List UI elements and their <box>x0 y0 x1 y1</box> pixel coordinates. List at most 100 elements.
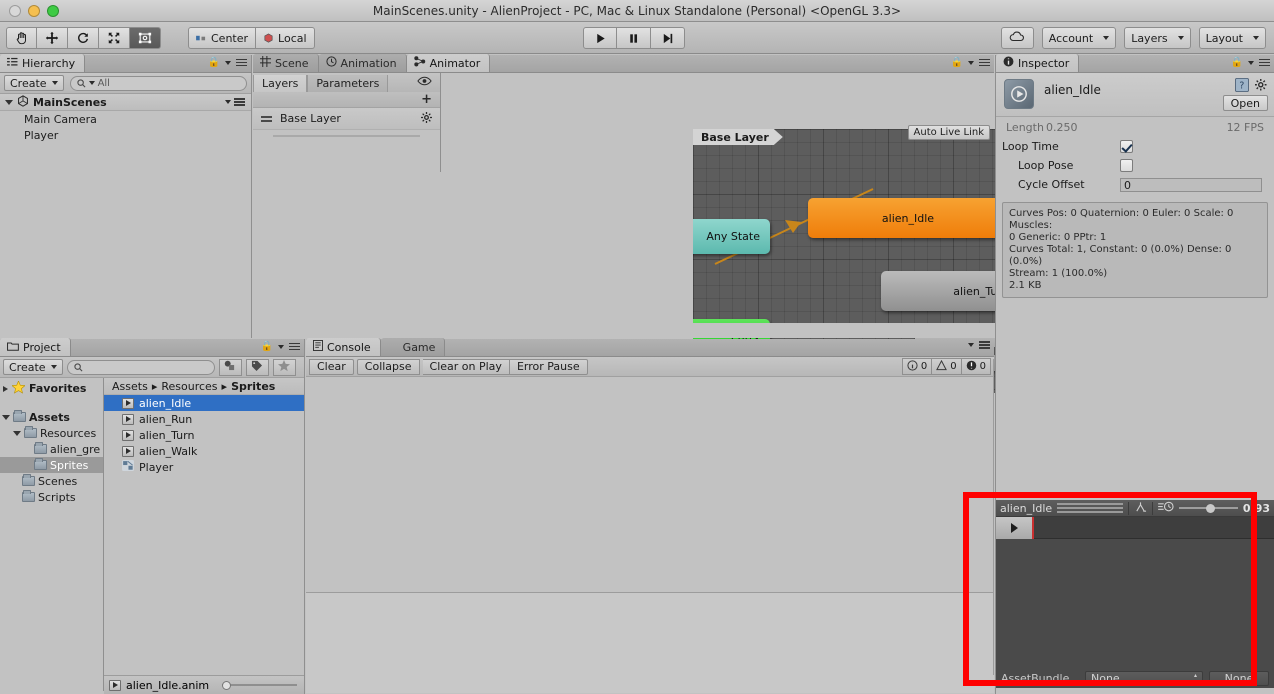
drag-handle-icon[interactable] <box>261 115 272 122</box>
tab-animation[interactable]: Animation <box>318 54 407 72</box>
asset-row-alien-turn[interactable]: alien_Turn <box>104 427 304 443</box>
inspector-loop-pose-row[interactable]: Loop Pose <box>996 156 1274 175</box>
panel-menu-icon[interactable] <box>289 342 300 351</box>
subtab-parameters[interactable]: Parameters <box>307 75 389 92</box>
scene-menu-icon[interactable] <box>234 98 245 106</box>
scale-tool-button[interactable] <box>99 27 130 49</box>
project-tree-item-scripts[interactable]: Scripts <box>0 489 103 505</box>
project-search-input[interactable] <box>66 359 215 375</box>
hierarchy-create-button[interactable]: Create <box>4 75 64 91</box>
layout-dropdown[interactable]: Layout <box>1198 27 1266 49</box>
animator-layer-base[interactable]: Base Layer <box>253 108 440 130</box>
auto-live-link-button[interactable]: Auto Live Link <box>907 125 990 140</box>
inspector-cycle-offset-row[interactable]: Cycle Offset 0 <box>996 175 1274 194</box>
hierarchy-item-main-camera[interactable]: Main Camera <box>0 111 251 127</box>
panel-menu-icon[interactable] <box>979 58 990 67</box>
tab-console[interactable]: Console <box>306 338 381 356</box>
preview-resize-handle[interactable] <box>1057 503 1124 513</box>
project-tree-item-sprites[interactable]: Sprites <box>0 457 103 473</box>
preview-speed-slider[interactable] <box>1178 502 1238 514</box>
filter-by-type-button[interactable] <box>218 358 242 376</box>
console-clear-on-play-button[interactable]: Clear on Play <box>422 358 510 375</box>
tab-animator[interactable]: Animator <box>406 54 491 72</box>
breadcrumb-base-layer[interactable]: Base Layer <box>693 129 783 145</box>
tab-project[interactable]: Project <box>0 338 71 356</box>
tab-game[interactable]: Game <box>380 338 446 356</box>
console-error-counter[interactable]: 0 <box>961 358 991 375</box>
project-tab-tools[interactable]: 🔒 <box>261 341 300 352</box>
gear-icon[interactable] <box>421 111 432 126</box>
project-create-button[interactable]: Create <box>3 359 63 375</box>
console-collapse-button[interactable]: Collapse <box>356 358 420 375</box>
lock-icon[interactable]: 🔒 <box>1231 57 1243 68</box>
chevron-down-icon[interactable] <box>2 414 10 420</box>
transform-tools-group[interactable] <box>6 27 161 49</box>
step-button[interactable] <box>651 27 685 49</box>
pivot-space-group[interactable]: Center Local <box>188 27 315 49</box>
inspector-open-button[interactable]: Open <box>1222 95 1268 111</box>
panel-menu-icon[interactable] <box>1259 58 1270 67</box>
cloud-services-button[interactable] <box>1000 27 1034 49</box>
lock-icon[interactable]: 🔒 <box>951 57 963 68</box>
hand-tool-button[interactable] <box>6 27 37 49</box>
toolbar-right-group[interactable]: Account Layers Layout <box>1000 27 1266 49</box>
asset-row-alien-run[interactable]: alien_Run <box>104 411 304 427</box>
account-dropdown[interactable]: Account <box>1041 27 1117 49</box>
cycle-offset-input[interactable]: 0 <box>1120 177 1262 192</box>
asset-row-alien-walk[interactable]: alien_Walk <box>104 443 304 459</box>
asset-row-player[interactable]: Player <box>104 459 304 475</box>
console-vertical-scrollbar[interactable] <box>993 359 994 675</box>
pivot-mode-button[interactable]: Center <box>188 27 257 49</box>
chevron-right-icon[interactable] <box>3 385 8 392</box>
preview-play-button[interactable] <box>996 516 1034 539</box>
breadcrumb-assets[interactable]: Assets <box>112 380 148 393</box>
project-favorites-row[interactable]: Favorites <box>0 379 103 397</box>
project-tree-item-alien-gre[interactable]: alien_gre <box>0 441 103 457</box>
lock-icon[interactable]: 🔒 <box>208 57 220 68</box>
tab-inspector[interactable]: Inspector <box>996 54 1080 72</box>
chevron-down-icon[interactable] <box>13 430 21 436</box>
console-detail-pane[interactable] <box>306 593 994 693</box>
tab-hierarchy[interactable]: Hierarchy <box>0 54 86 72</box>
console-tab-tools[interactable] <box>968 341 990 349</box>
console-clear-button[interactable]: Clear <box>309 358 354 375</box>
add-layer-button[interactable]: + <box>253 92 440 108</box>
favorites-filter-button[interactable] <box>272 358 296 376</box>
project-tree-item-assets[interactable]: Assets <box>0 409 103 425</box>
asset-row-alien-idle[interactable]: alien_Idle <box>104 395 304 411</box>
assetbundle-dropdown[interactable]: None ▴ ▾ <box>1085 670 1203 686</box>
hierarchy-scene-row[interactable]: MainScenes <box>0 94 251 111</box>
loop-pose-checkbox[interactable] <box>1120 159 1133 172</box>
pause-button[interactable] <box>617 27 651 49</box>
console-message-list[interactable] <box>306 377 994 593</box>
gear-icon[interactable] <box>1255 78 1268 95</box>
subtab-layers[interactable]: Layers <box>253 75 308 92</box>
project-tree-item-scenes[interactable]: Scenes <box>0 473 103 489</box>
time-icon[interactable] <box>1157 501 1174 516</box>
animator-state-alien-idle[interactable]: alien_Idle <box>808 198 1008 238</box>
animator-state-any-state[interactable]: Any State <box>693 219 770 254</box>
layers-dropdown[interactable]: Layers <box>1124 27 1191 49</box>
help-icon[interactable]: ? <box>1235 78 1249 95</box>
inspector-tab-tools[interactable]: 🔒 <box>1231 57 1270 68</box>
inspector-header-icons[interactable]: ? <box>1235 78 1268 95</box>
animator-tab-tools[interactable]: 🔒 <box>951 57 990 68</box>
play-button[interactable] <box>583 27 617 49</box>
project-tree-item-resources[interactable]: Resources <box>0 425 103 441</box>
move-tool-button[interactable] <box>37 27 68 49</box>
project-zoom-slider[interactable] <box>222 680 298 690</box>
hierarchy-item-player[interactable]: Player <box>0 127 251 143</box>
space-mode-button[interactable]: Local <box>256 27 315 49</box>
assetbundle-variant-dropdown[interactable]: None <box>1209 670 1269 686</box>
console-error-pause-button[interactable]: Error Pause <box>509 358 588 375</box>
console-warning-counter[interactable]: 0 <box>932 358 962 375</box>
panel-menu-icon[interactable] <box>236 58 247 67</box>
eye-icon[interactable] <box>417 76 432 89</box>
panel-menu-icon[interactable] <box>979 341 990 349</box>
console-info-counter[interactable]: 0 <box>901 358 933 375</box>
hierarchy-search-input[interactable]: All <box>69 75 247 91</box>
breadcrumb-resources[interactable]: Resources <box>161 380 217 393</box>
rect-transform-tool-button[interactable] <box>130 27 161 49</box>
tab-scene[interactable]: Scene <box>253 54 319 72</box>
breadcrumb-sprites[interactable]: Sprites <box>231 380 275 393</box>
